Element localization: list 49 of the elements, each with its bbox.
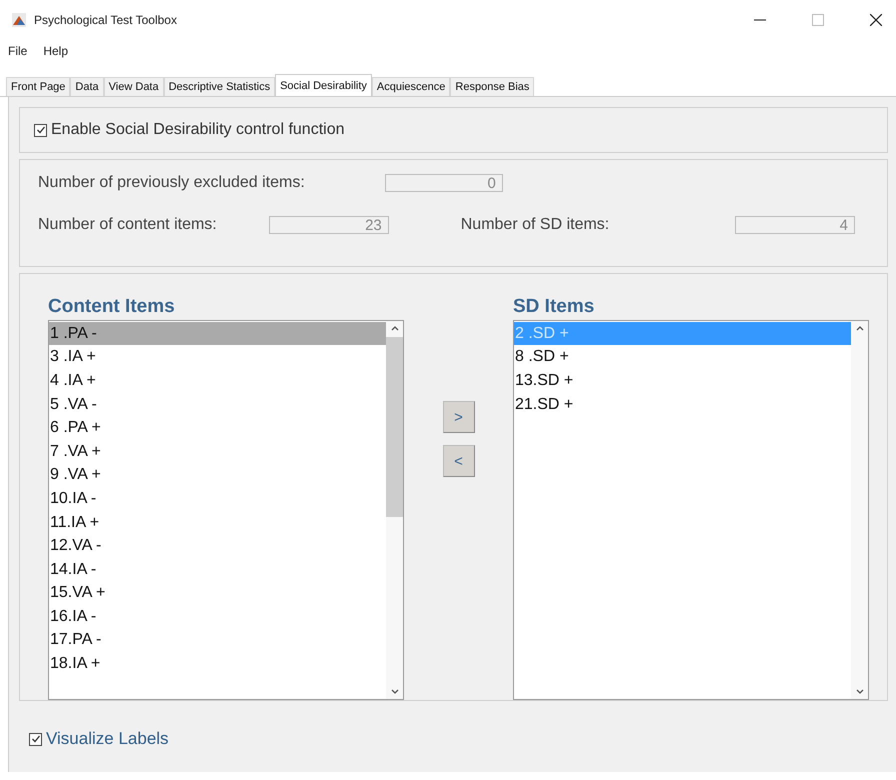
list-item[interactable]: 16.IA - <box>49 604 386 628</box>
list-item[interactable]: 9 .VA + <box>49 463 386 487</box>
checkbox[interactable] <box>34 124 47 136</box>
list-item[interactable]: 8 .SD + <box>514 345 851 369</box>
list-item[interactable]: 5 .VA - <box>49 392 386 416</box>
list-item[interactable]: 1 .PA - <box>49 322 386 346</box>
field-label: Number of previously excluded items: <box>38 174 305 192</box>
window-title: Psychological Test Toolbox <box>34 13 177 27</box>
list-box[interactable]: 2 .SD + 8 .SD + 13.SD + 21.SD + <box>513 320 869 700</box>
list-item[interactable]: 10.IA - <box>49 486 386 511</box>
scrollbar[interactable] <box>386 320 403 699</box>
tab[interactable]: Social Desirability <box>275 74 372 96</box>
checkbox-label: Visualize Labels <box>46 729 169 749</box>
field-label: Number of content items: <box>38 216 217 234</box>
field-label: Number of SD items: <box>460 216 610 234</box>
list-item[interactable]: 7 .VA + <box>49 440 386 464</box>
menu-item[interactable]: File <box>8 43 28 59</box>
move-button[interactable]: < <box>442 445 474 477</box>
tab[interactable]: View Data <box>104 77 164 96</box>
menu-item[interactable]: Help <box>43 43 68 59</box>
scrollbar[interactable] <box>851 320 868 699</box>
list-item[interactable]: 4 .IA + <box>49 368 386 393</box>
tab[interactable]: Front Page <box>6 77 70 96</box>
tab[interactable]: Descriptive Statistics <box>164 77 276 96</box>
list-item[interactable]: 17.PA - <box>49 628 386 652</box>
number-field: 23 <box>268 216 389 234</box>
tab[interactable]: Response Bias <box>450 77 534 96</box>
list-title: Content Items <box>48 296 176 319</box>
list-box[interactable]: 1 .PA - 3 .IA + 4 .IA + 5 .VA - 6 .PA + 7 .VA + 9 .VA + 10.IA - 11.IA + 12.VA - 14.IA - 15.VA + 16.IA - 17.PA - 18.IA + <box>48 320 404 700</box>
checkbox-label: Enable Social Desirability control function <box>51 121 344 139</box>
tab[interactable]: Acquiescence <box>372 77 450 96</box>
move-button[interactable]: > <box>442 401 474 433</box>
number-field: 4 <box>735 216 855 234</box>
tab[interactable]: Data <box>70 77 104 96</box>
list-item[interactable]: 14.IA - <box>49 558 386 582</box>
list-item[interactable]: 13.SD + <box>514 368 851 393</box>
app-icon <box>12 13 26 27</box>
checkbox[interactable] <box>29 732 42 746</box>
list-item[interactable]: 3 .IA + <box>49 345 386 369</box>
number-field: 0 <box>384 174 503 192</box>
list-item[interactable]: 18.IA + <box>49 652 386 676</box>
scroll-thumb[interactable] <box>386 336 403 517</box>
list-title: SD Items <box>513 296 596 319</box>
list-item[interactable]: 12.VA - <box>49 534 386 558</box>
list-item[interactable]: 15.VA + <box>49 581 386 605</box>
list-item[interactable]: 11.IA + <box>49 510 386 534</box>
list-item[interactable]: 21.SD + <box>514 392 851 416</box>
close-icon[interactable] <box>870 14 882 26</box>
list-item[interactable]: 6 .PA + <box>49 416 386 440</box>
